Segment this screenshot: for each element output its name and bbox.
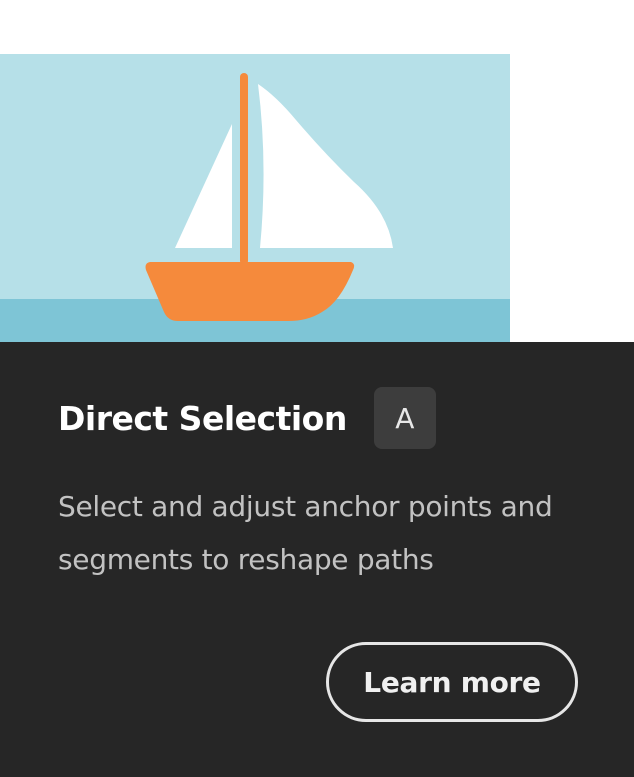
tool-title: Direct Selection	[58, 398, 347, 438]
tool-tooltip-card: Direct Selection A Select and adjust anc…	[0, 0, 634, 777]
shortcut-key-badge: A	[373, 387, 436, 449]
mast	[240, 73, 248, 265]
sailboat-image	[0, 54, 510, 342]
tool-description: Select and adjust anchor points and segm…	[58, 490, 553, 576]
learn-more-button[interactable]: Learn more	[326, 642, 578, 722]
sailboat-illustration	[0, 54, 510, 342]
title-row: Direct Selection A	[58, 387, 436, 449]
